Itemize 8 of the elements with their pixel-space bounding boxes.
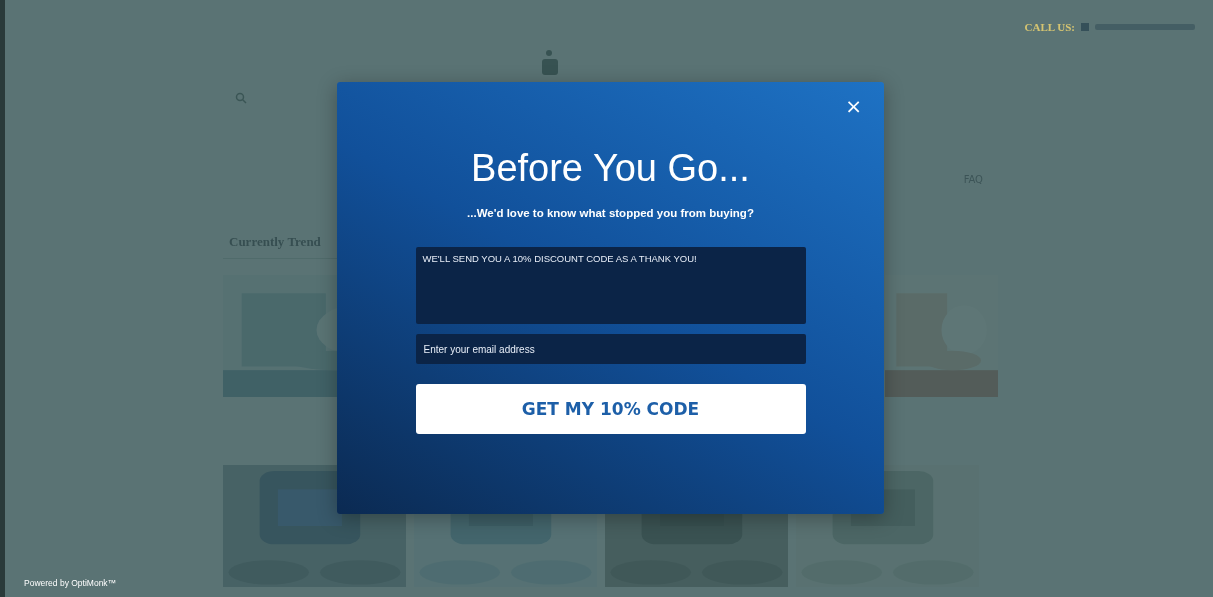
message-field[interactable]: WE'LL SEND YOU A 10% DISCOUNT CODE AS A THANK YOU! — [415, 247, 806, 324]
get-code-button[interactable]: GET MY 10% CODE — [415, 384, 806, 434]
popup-subtitle: ...We'd love to know what stopped you from buying? — [467, 207, 754, 219]
popup-title: Before You Go... — [471, 146, 750, 191]
email-field[interactable]: Enter your email address — [415, 334, 806, 364]
powered-by-link[interactable]: Powered by OptiMonk™ — [24, 578, 117, 588]
call-label: CALL US: — [1024, 21, 1075, 33]
close-button[interactable]: × — [841, 96, 866, 116]
